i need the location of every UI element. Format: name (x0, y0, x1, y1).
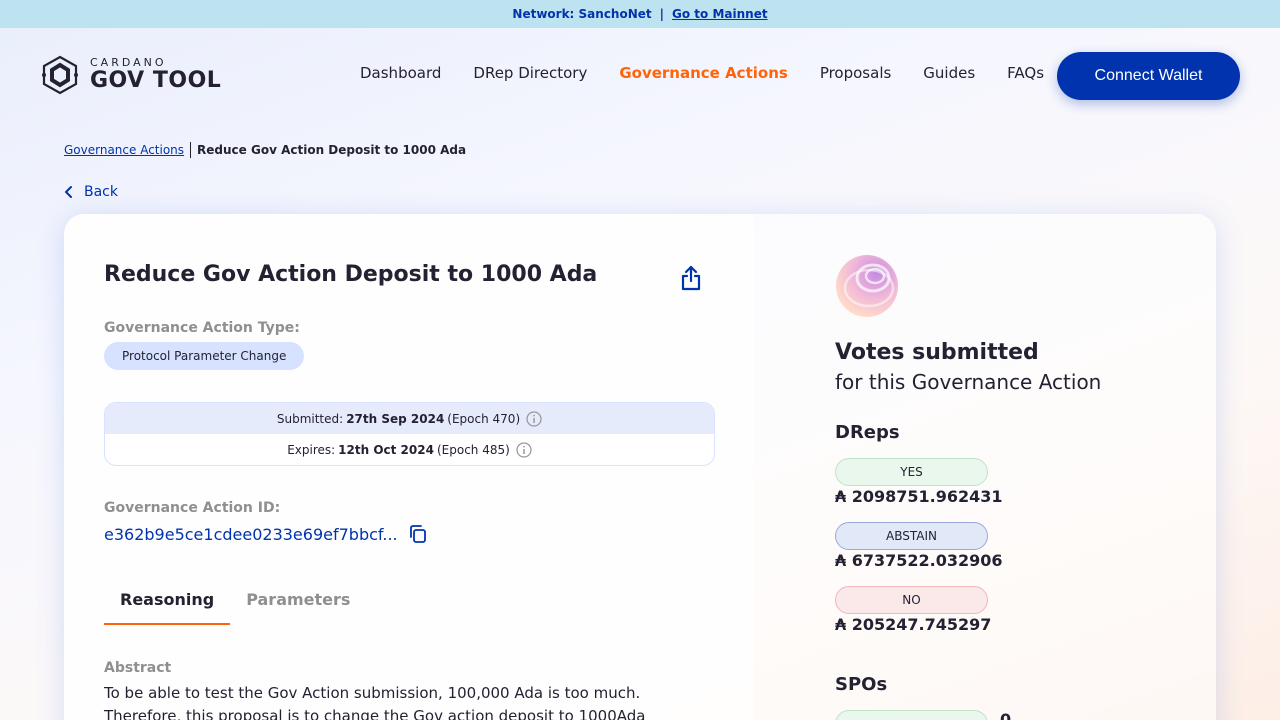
nav-guides[interactable]: Guides (907, 64, 991, 82)
action-id: e362b9e5ce1cdee0233e69ef7bbcf... (104, 524, 428, 544)
votes-subtitle: for this Governance Action (835, 370, 1102, 394)
main-nav: Dashboard DRep Directory Governance Acti… (344, 64, 1060, 82)
drep-no-pill: NO (835, 586, 988, 614)
connect-wallet-button[interactable]: Connect Wallet (1057, 52, 1240, 100)
chevron-left-icon (65, 186, 72, 198)
breadcrumb: Governance Actions Reduce Gov Action Dep… (64, 142, 466, 158)
network-label: Network: SanchoNet (512, 7, 652, 21)
abstract-text: To be able to test the Gov Action submis… (104, 684, 646, 720)
submitted-epoch: (Epoch 470) (447, 411, 521, 426)
abstract-label: Abstract (104, 660, 172, 676)
action-title: Reduce Gov Action Deposit to 1000 Ada (104, 262, 598, 287)
logo-large-text: GOV TOOL (90, 68, 222, 93)
submitted-prefix: Submitted: (276, 411, 344, 426)
go-to-mainnet-link[interactable]: Go to Mainnet (672, 7, 768, 21)
spos-heading: SPOs (835, 674, 888, 695)
breadcrumb-divider (190, 142, 192, 158)
tab-reasoning[interactable]: Reasoning (104, 580, 231, 625)
breadcrumb-parent-link[interactable]: Governance Actions (64, 143, 184, 157)
info-icon[interactable] (526, 410, 542, 427)
action-type-label: Governance Action Type: (104, 320, 300, 336)
expires-prefix: Expires: (287, 442, 336, 457)
submitted-date: 27th Sep 2024 (346, 411, 445, 426)
logo[interactable]: CARDANO GOV TOOL (40, 55, 221, 95)
action-dates-box: Submitted: 27th Sep 2024 (Epoch 470) Exp… (104, 402, 715, 466)
info-icon[interactable] (516, 441, 532, 458)
share-icon[interactable] (679, 264, 703, 292)
drep-yes-value: ₳ 2098751.962431 (835, 487, 1003, 506)
action-type-pill: Protocol Parameter Change (104, 342, 305, 370)
cardano-logo-icon (42, 55, 78, 95)
spo-yes-value: 0 (1000, 710, 1012, 720)
copy-icon[interactable] (408, 524, 428, 544)
spo-yes-pill (835, 710, 988, 720)
network-separator: | (659, 7, 665, 21)
expires-row: Expires: 12th Oct 2024 (Epoch 485) (105, 434, 714, 465)
expires-date: 12th Oct 2024 (338, 442, 434, 457)
drep-abstain-value: ₳ 6737522.032906 (835, 551, 1003, 570)
expires-epoch: (Epoch 485) (436, 442, 510, 457)
action-tabs: Reasoning Parameters (104, 580, 366, 625)
drep-yes-pill: YES (835, 458, 988, 486)
nav-faqs[interactable]: FAQs (991, 64, 1060, 82)
action-id-value: e362b9e5ce1cdee0233e69ef7bbcf... (104, 524, 398, 544)
dreps-heading: DReps (835, 422, 900, 443)
breadcrumb-current: Reduce Gov Action Deposit to 1000 Ada (197, 143, 467, 157)
nav-governance-actions[interactable]: Governance Actions (603, 64, 803, 82)
nav-drep-directory[interactable]: DRep Directory (457, 64, 603, 82)
header: CARDANO GOV TOOL Dashboard DRep Director… (0, 28, 1280, 120)
nav-proposals[interactable]: Proposals (804, 64, 907, 82)
back-button[interactable]: Back (64, 184, 118, 200)
drep-abstain-pill: ABSTAIN (835, 522, 988, 550)
action-id-label: Governance Action ID: (104, 500, 281, 516)
nav-dashboard[interactable]: Dashboard (344, 64, 457, 82)
action-details-panel: Reduce Gov Action Deposit to 1000 Ada Go… (64, 214, 754, 720)
governance-action-card: Reduce Gov Action Deposit to 1000 Ada Go… (64, 214, 1216, 720)
back-label: Back (84, 184, 118, 200)
votes-title: Votes submitted (835, 340, 1039, 365)
drep-no-value: ₳ 205247.745297 (835, 615, 992, 634)
tab-parameters[interactable]: Parameters (230, 580, 366, 625)
submitted-row: Submitted: 27th Sep 2024 (Epoch 470) (105, 403, 714, 434)
network-banner: Network: SanchoNet | Go to Mainnet (0, 0, 1280, 28)
votes-illustration-icon (836, 255, 898, 317)
